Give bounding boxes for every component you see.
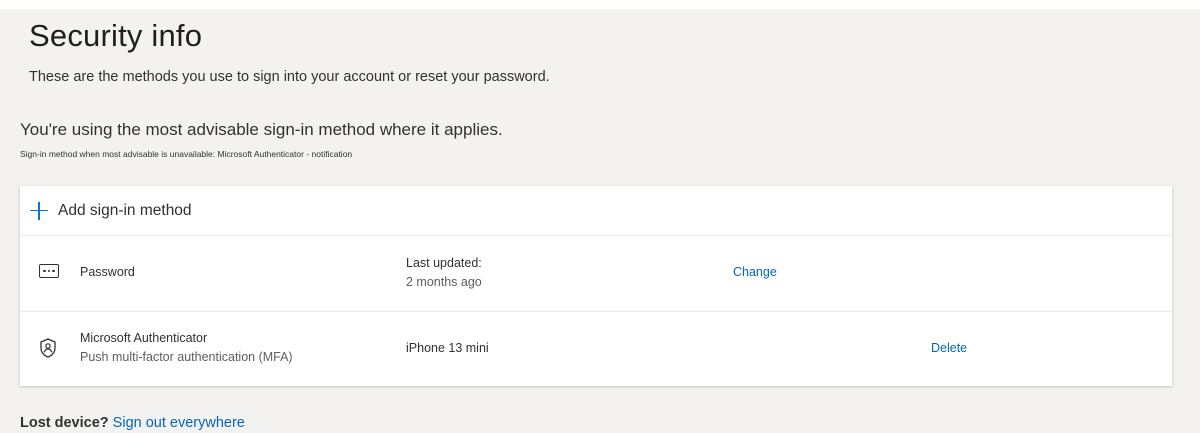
last-updated-value: 2 months ago (406, 275, 482, 289)
method-subtitle: Push multi-factor authentication (MFA) (80, 350, 293, 364)
page-subtitle: These are the methods you use to sign in… (29, 69, 550, 85)
authenticator-icon (40, 338, 56, 358)
page-title: Security info (29, 18, 203, 53)
method-row-password: Password Last updated: 2 months ago Chan… (20, 235, 1172, 312)
plus-icon (29, 201, 49, 221)
add-sign-in-method-label: Add sign-in method (58, 201, 192, 219)
fallback-method-note: Sign-in method when most advisable is un… (20, 149, 353, 159)
method-name: Microsoft Authenticator (80, 331, 208, 345)
device-name: iPhone 13 mini (406, 341, 489, 355)
method-name: Password (80, 265, 135, 279)
lost-device-section: Lost device? Sign out everywhere (20, 415, 245, 431)
sign-out-everywhere-link[interactable]: Sign out everywhere (113, 415, 245, 431)
password-icon (39, 264, 59, 278)
last-updated-label: Last updated: (406, 256, 482, 270)
lost-device-label: Lost device? (20, 415, 109, 431)
change-password-link[interactable]: Change (733, 265, 777, 279)
delete-authenticator-link[interactable]: Delete (931, 341, 967, 355)
method-row-authenticator: Microsoft Authenticator Push multi-facto… (20, 311, 1172, 386)
sign-in-methods-card: Add sign-in method Password Last updated… (20, 186, 1172, 386)
add-sign-in-method-button[interactable]: Add sign-in method (20, 186, 1172, 236)
advisable-status: You're using the most advisable sign-in … (20, 120, 503, 139)
